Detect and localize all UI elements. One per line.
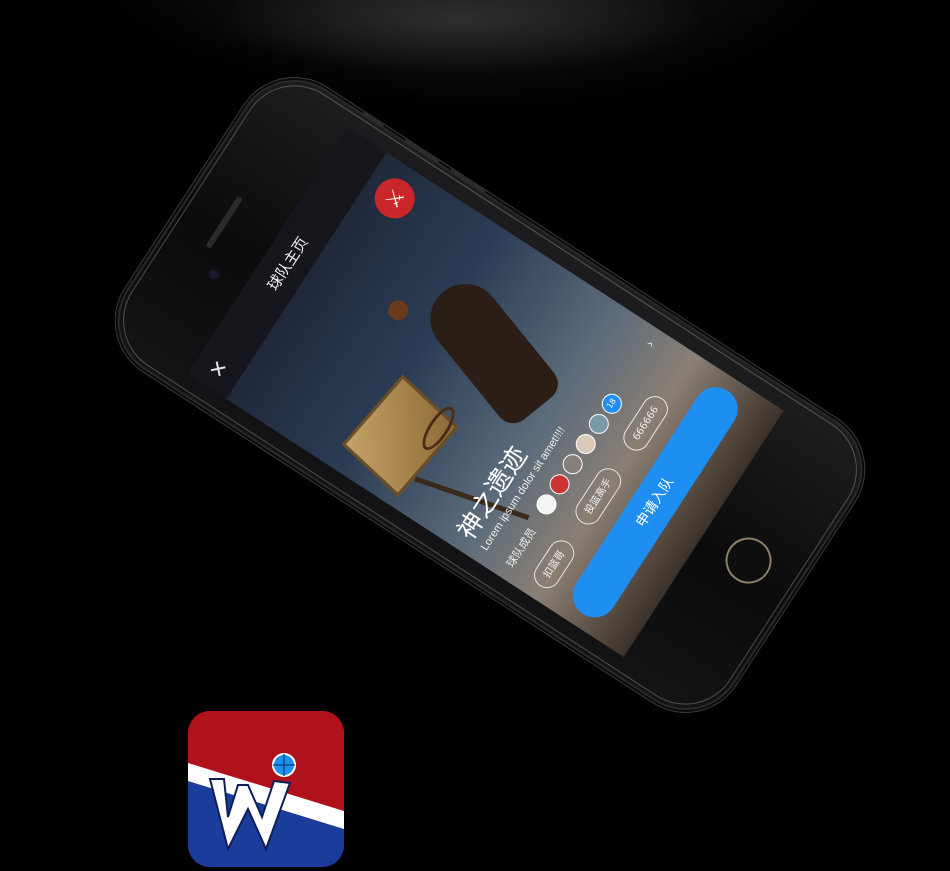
scene: ✕ 球队主页 ⚔ 神之遗迹 Lorem ipsum dolor sit amet… bbox=[0, 0, 950, 871]
spotlight bbox=[40, 0, 900, 130]
basketball bbox=[384, 296, 413, 325]
app-logo bbox=[188, 711, 344, 867]
phone-body: ✕ 球队主页 ⚔ 神之遗迹 Lorem ipsum dolor sit amet… bbox=[98, 60, 882, 730]
phone-mockup: ✕ 球队主页 ⚔ 神之遗迹 Lorem ipsum dolor sit amet… bbox=[98, 60, 882, 730]
player-silhouette bbox=[416, 269, 565, 431]
close-icon[interactable]: ✕ bbox=[203, 354, 233, 384]
chevron-right-icon[interactable]: › bbox=[642, 337, 658, 350]
app-logo-graphic bbox=[188, 711, 344, 867]
